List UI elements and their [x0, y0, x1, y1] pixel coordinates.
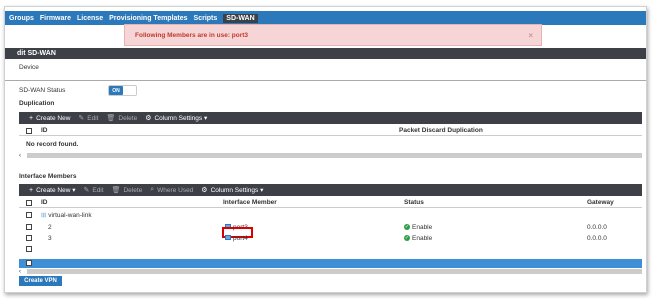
sdwan-status-label: SD-WAN Status	[19, 87, 66, 94]
row-status: ✓ Enable	[404, 224, 432, 231]
row-checkbox[interactable]	[26, 260, 32, 266]
selected-row[interactable]	[19, 259, 642, 268]
duplication-scrollbar[interactable]: ‹	[19, 152, 642, 159]
edit-icon: ✎	[78, 115, 85, 122]
check-circle-icon: ✓	[404, 234, 410, 241]
members-toolbar: + Create New ▾ ✎ Edit 🗑 Delete ⌕ Where Used …	[19, 184, 642, 196]
members-delete-label: Delete	[123, 186, 143, 194]
toggle-on-label: ON	[109, 86, 123, 95]
row-status-label: Enable	[412, 223, 433, 231]
row-status: ✓ Enable	[404, 235, 432, 242]
row-id: 3	[48, 234, 52, 242]
row-status-label: Enable	[412, 234, 433, 242]
page-title: dit SD-WAN	[5, 48, 646, 59]
duplication-table-header: ID Packet Discard Duplication	[19, 126, 642, 136]
duplication-toolbar: + Create New ✎ Edit 🗑 Delete ⚙ Column Settin…	[19, 112, 642, 124]
sdwan-status-toggle[interactable]: ON	[108, 85, 137, 96]
row-id: 2	[48, 223, 52, 231]
select-all-checkbox[interactable]	[26, 199, 32, 206]
edit-icon: ✎	[83, 187, 90, 194]
scroll-left-icon[interactable]: ‹	[19, 269, 27, 275]
row-checkbox[interactable]	[26, 212, 32, 218]
members-table-header: ID Interface Member Status Gateway	[19, 198, 642, 208]
members-create-new-label: Create New ▾	[36, 187, 76, 194]
dup-delete-label: Delete	[118, 114, 138, 122]
empty-message: No record found.	[26, 140, 79, 148]
tab-groups[interactable]: Groups	[9, 15, 34, 22]
members-scrollbar[interactable]: ‹	[19, 268, 642, 275]
col-interface-member: Interface Member	[223, 199, 277, 206]
duplication-title: Duplication	[19, 100, 55, 107]
group-icon: ⊞	[41, 212, 47, 219]
group-label: virtual-wan-link	[48, 212, 92, 219]
group-name: ⊞ virtual-wan-link	[41, 211, 92, 219]
dup-edit-label: Edit	[87, 114, 99, 122]
tab-scripts[interactable]: Scripts	[194, 15, 218, 22]
tab-sd-wan[interactable]: SD-WAN	[223, 13, 258, 23]
members-edit-label: Edit	[92, 186, 104, 194]
gear-icon: ⚙	[145, 115, 152, 122]
row-interface: port4	[225, 235, 248, 242]
error-alert: Following Members are in use: port3 ×	[124, 24, 542, 46]
members-where-used-button[interactable]: ⌕ Where Used	[150, 186, 193, 194]
col-id: ID	[41, 127, 48, 134]
row-checkbox[interactable]	[26, 224, 32, 230]
scroll-track[interactable]	[27, 269, 642, 274]
tab-license[interactable]: License	[77, 15, 103, 22]
row-gateway: 0.0.0.0	[587, 234, 607, 242]
col-status: Status	[404, 199, 424, 206]
close-icon[interactable]: ×	[528, 31, 533, 40]
dup-column-settings-label: Column Settings ▾	[154, 115, 208, 122]
search-icon: ⌕	[150, 186, 155, 193]
scroll-left-icon[interactable]: ‹	[19, 153, 27, 159]
dup-edit-button[interactable]: ✎ Edit	[78, 114, 99, 123]
col-packet-discard: Packet Discard Duplication	[399, 127, 483, 134]
interface-members-title: Interface Members	[19, 173, 77, 180]
check-circle-icon: ✓	[404, 223, 410, 230]
members-where-used-label: Where Used	[157, 186, 194, 194]
tab-firmware[interactable]: Firmware	[40, 15, 71, 22]
row-gateway: 0.0.0.0	[587, 223, 607, 231]
plus-icon: +	[29, 186, 34, 194]
scroll-track[interactable]	[27, 153, 642, 158]
sdwan-edit-window: Groups Firmware License Provisioning Tem…	[4, 6, 647, 293]
dup-column-settings-button[interactable]: ⚙ Column Settings ▾	[145, 114, 207, 122]
alert-message: Following Members are in use: port3	[135, 31, 249, 39]
dup-create-new-label: Create New	[36, 114, 71, 122]
row-checkbox[interactable]	[26, 246, 32, 252]
row-checkbox[interactable]	[26, 235, 32, 241]
members-column-settings-label: Column Settings ▾	[210, 187, 264, 194]
create-vpn-button[interactable]: Create VPN	[19, 276, 62, 286]
device-label: Device	[19, 64, 39, 71]
dup-create-new-button[interactable]: + Create New	[29, 115, 70, 122]
members-delete-button[interactable]: 🗑 Delete	[111, 186, 143, 195]
members-create-new-button[interactable]: + Create New ▾	[29, 186, 76, 195]
row-interface-label: port4	[233, 234, 248, 242]
col-id: ID	[41, 199, 48, 206]
port-icon	[225, 235, 231, 241]
table-row[interactable]: 2 port3 ✓ Enable 0.0.0.0	[19, 222, 642, 232]
dup-delete-button[interactable]: 🗑 Delete	[106, 114, 138, 123]
trash-icon: 🗑	[106, 115, 116, 122]
select-all-checkbox[interactable]	[26, 127, 32, 134]
tab-provisioning-templates[interactable]: Provisioning Templates	[109, 15, 187, 22]
plus-icon: +	[29, 114, 34, 122]
members-edit-button[interactable]: ✎ Edit	[83, 186, 104, 195]
members-column-settings-button[interactable]: ⚙ Column Settings ▾	[201, 186, 263, 194]
gear-icon: ⚙	[201, 187, 208, 194]
empty-row[interactable]	[19, 244, 642, 254]
divider	[5, 80, 646, 81]
group-row[interactable]: ⊞ virtual-wan-link	[19, 210, 642, 220]
table-row[interactable]: 3 port4 ✓ Enable 0.0.0.0	[19, 233, 642, 243]
top-navigation: Groups Firmware License Provisioning Tem…	[5, 11, 646, 25]
trash-icon: 🗑	[111, 187, 121, 194]
col-gateway: Gateway	[587, 199, 614, 206]
